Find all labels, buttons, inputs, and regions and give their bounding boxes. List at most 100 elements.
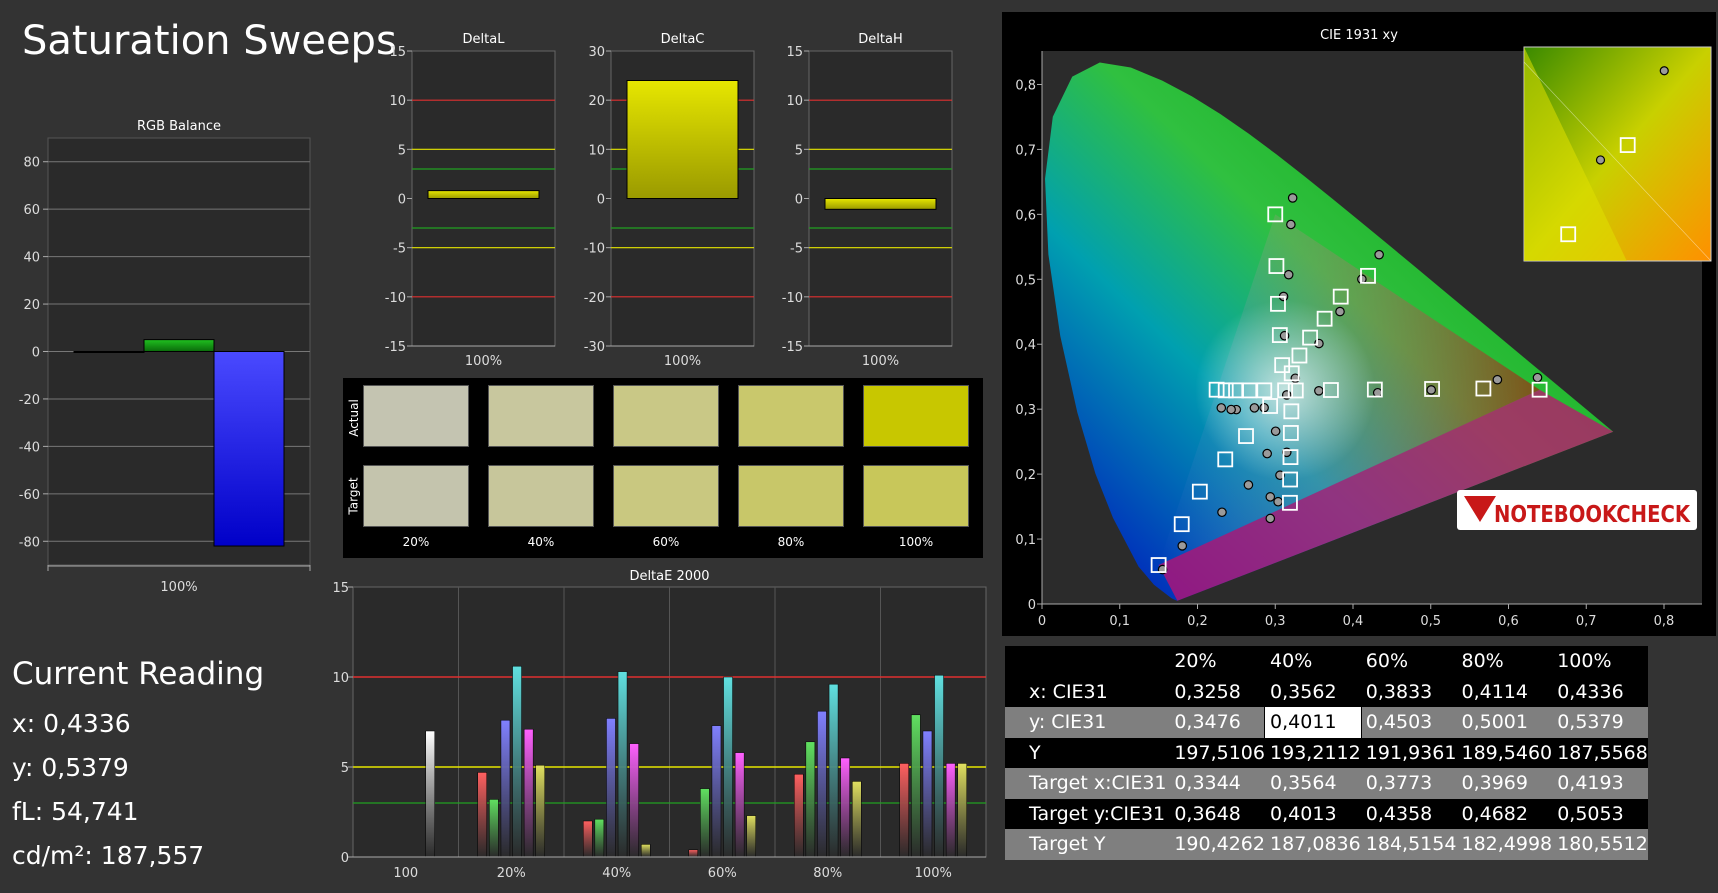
x-tick-label: 100% (664, 354, 701, 369)
x-tick-label: 0,4 (1343, 614, 1364, 629)
table-cell[interactable]: 0,3773 (1361, 768, 1457, 799)
measured-point (1265, 492, 1276, 502)
y-tick-label: -40 (19, 440, 40, 455)
y-tick-label: 0,3 (1015, 403, 1036, 418)
table-header-cell: 40% (1270, 650, 1313, 673)
swatch-label: 20% (402, 535, 430, 549)
table-cell[interactable]: 0,4013 (1265, 799, 1361, 830)
table-cell[interactable]: 0,3648 (1169, 799, 1265, 830)
delta-e-bar (425, 730, 435, 858)
delta-e-bar (688, 849, 698, 858)
table-cell[interactable]: 0,5379 (1552, 707, 1648, 738)
table-cell[interactable]: 0,3562 (1265, 677, 1361, 708)
actual-swatch (363, 385, 469, 447)
table-cell[interactable]: 190,4262 (1169, 829, 1265, 860)
table-cell[interactable]: 184,5154 (1361, 829, 1457, 860)
y-tick-label: 5 (398, 143, 406, 158)
y-tick-label: 0 (1028, 598, 1036, 613)
table-cell[interactable]: 0,4682 (1456, 799, 1552, 830)
actual-swatch (613, 385, 719, 447)
table-cell[interactable]: 0,5053 (1552, 799, 1648, 830)
table-cell[interactable]: 0,3833 (1361, 677, 1457, 708)
delta-e-title: DeltaE 2000 (629, 569, 709, 584)
table-cell[interactable]: 193,2112 (1265, 738, 1361, 769)
y-tick-label: 15 (389, 45, 406, 60)
reading-table: 20% 40% 60% 80% 100% x: CIE31 0,3258 0,3562 0,38… (1005, 646, 1648, 860)
table-cell[interactable]: 0,3564 (1265, 768, 1361, 799)
table-cell[interactable]: 0,3476 (1169, 707, 1265, 738)
rgb-balance-title: RGB Balance (137, 119, 221, 134)
delta-e-2000-chart: DeltaE 2000 15 10 5 0 100 20% 40% 60% 80% 100% (332, 569, 987, 881)
actual-swatch (863, 385, 969, 447)
table-cell[interactable]: 0,4193 (1552, 768, 1648, 799)
table-header-cell: 100% (1557, 650, 1612, 673)
table-cell[interactable]: 182,4998 (1456, 829, 1552, 860)
table-cell[interactable]: 0,4011 (1264, 706, 1362, 739)
delta-e-bar (523, 728, 534, 858)
table-cell[interactable]: 189,5460 (1456, 738, 1552, 769)
table-cell[interactable]: 0,4336 (1552, 677, 1648, 708)
y-tick-label: 80 (23, 156, 40, 171)
table-cell[interactable]: 191,9361 (1361, 738, 1457, 769)
delta-e-bar (840, 757, 850, 858)
measured-point (1217, 507, 1227, 518)
actual-row-label: Actual (347, 399, 361, 437)
delta-e-bar (723, 676, 733, 858)
delta-e-bar (512, 665, 522, 858)
row-label: x: CIE31 (1029, 680, 1108, 703)
table-row: y: CIE31 0,3476 0,4011 0,4503 0,5001 0,5379 (1005, 706, 1648, 739)
y-tick-label: 0,8 (1015, 78, 1036, 93)
row-label: Target y:CIE31 (1029, 802, 1166, 825)
table-cell[interactable]: 187,0836 (1265, 829, 1361, 860)
y-tick-label: 5 (795, 143, 803, 158)
delta-e-bar (535, 764, 545, 858)
cie-1931-chart: CIE 1931 xy 0 0,1 0,2 0,3 0,4 0,5 0,6 0,7 0,8 0 0,1… (1015, 28, 1712, 629)
table-cell[interactable]: 187,5568 (1552, 738, 1648, 769)
table-cell[interactable]: 0,4503 (1361, 707, 1457, 738)
delta-e-bar (500, 719, 511, 858)
y-tick-label: -10 (782, 291, 803, 306)
page-title: Saturation Sweeps (22, 18, 397, 64)
delta-e-bar (617, 671, 628, 858)
table-cell[interactable]: 0,4114 (1456, 677, 1552, 708)
y-tick-label: 0,2 (1015, 468, 1036, 483)
delta-e-bar (852, 781, 862, 858)
x-tick-label: 60% (708, 866, 737, 881)
current-reading-x: x: 0,4336 (12, 709, 131, 738)
measured-point (1259, 402, 1269, 413)
y-tick-label: -10 (584, 242, 605, 257)
measured-point (1286, 219, 1296, 230)
table-cell[interactable]: 180,5512 (1552, 829, 1648, 860)
table-cell[interactable]: 0,4358 (1361, 799, 1457, 830)
y-tick-label: -60 (19, 488, 40, 503)
current-reading-panel: Current Reading x: 0,4336 y: 0,5379 fL: … (12, 656, 342, 878)
measured-point (1314, 338, 1324, 349)
swatch-label: 80% (777, 535, 805, 549)
table-cell[interactable]: 0,3258 (1169, 677, 1265, 708)
delta-e-bar (828, 683, 839, 858)
measured-point (1374, 249, 1384, 260)
delta-e-bar (805, 741, 816, 858)
x-tick-label: 0,3 (1265, 614, 1286, 629)
target-swatch (488, 465, 594, 527)
table-cell[interactable]: 0,5001 (1456, 707, 1552, 738)
table-cell[interactable]: 0,3969 (1456, 768, 1552, 799)
delta-bar (427, 190, 540, 199)
table-row: Target x:CIE31 0,3344 0,3564 0,3773 0,3969 0,… (1005, 768, 1648, 799)
row-label: y: CIE31 (1029, 711, 1107, 734)
y-tick-label: 15 (332, 581, 349, 596)
delta-e-bar (945, 763, 956, 858)
delta-e-bar (734, 752, 745, 858)
measured-point (1177, 541, 1188, 551)
x-tick-label: 0 (1038, 614, 1046, 629)
x-tick-label: 0,2 (1187, 614, 1208, 629)
measured-point (1216, 403, 1227, 413)
chart-title: DeltaC (661, 32, 705, 47)
table-cell[interactable]: 0,3344 (1169, 768, 1265, 799)
color-swatch-panel: Actual Target 20% 40% 60% 80% 100% (343, 378, 983, 558)
table-cell[interactable]: 197,5106 (1169, 738, 1265, 769)
y-tick-label: 0 (795, 193, 803, 208)
y-tick-label: 0,1 (1015, 533, 1036, 548)
measured-point (1265, 513, 1276, 524)
table-header-cell: 20% (1174, 650, 1217, 673)
